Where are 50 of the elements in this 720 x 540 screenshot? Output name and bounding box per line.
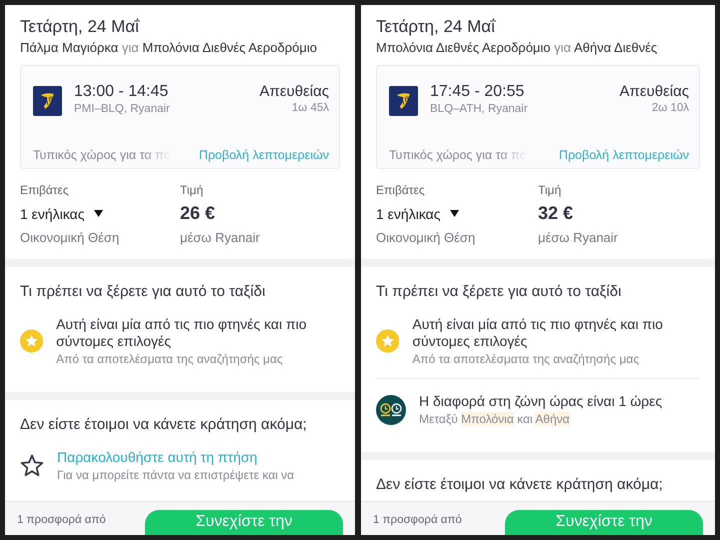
continue-button[interactable]: Συνεχίστε την [505, 510, 703, 535]
flight-times: 17:45 - 20:55 [430, 83, 526, 101]
price-label: Τιμή [538, 183, 562, 197]
stops-label: Απευθείας [259, 83, 329, 100]
price-source: μέσω Ryanair [180, 230, 261, 245]
info-subtitle: Μεταξύ Μπολόνια και Αθήνα [419, 412, 571, 426]
price-value: 32 € [538, 203, 574, 224]
flight-duration: 2ω 10λ [650, 102, 689, 114]
info-title: Αυτή είναι μία από τις πιο φτηνές και πιο σύντομες επιλογές [56, 316, 308, 350]
passenger-select[interactable]: 1 ενήλικας [376, 203, 460, 224]
price-value: 26 € [180, 203, 216, 224]
caret-icon [450, 210, 460, 217]
caret-icon [94, 210, 104, 217]
section-title: Τι πρέπει να ξέρετε για αυτό το ταξίδι [20, 283, 266, 300]
passengers-label: Επιβάτες [20, 183, 70, 197]
continue-button[interactable]: Συνεχίστε την [145, 510, 343, 535]
trip-route: Μπολόνια Διεθνές Αεροδρόμιο για Αθήνα Διεθνές [376, 40, 658, 55]
section-title: Τι πρέπει να ξέρετε για αυτό το ταξίδι [376, 283, 622, 300]
stops-label: Απευθείας [619, 83, 689, 100]
section-title: Δεν είστε έτοιμοι να κάνετε κράτηση ακόμα; [20, 416, 308, 433]
flight-route: PMI–BLQ, Ryanair [74, 103, 171, 115]
clocks-icon [376, 394, 406, 424]
info-title: Η διαφορά στη ζώνη ώρας είναι 1 ώρες [419, 393, 662, 410]
star-outline-icon [20, 454, 44, 477]
passengers-label: Επιβάτες [376, 183, 426, 197]
price-label: Τιμή [180, 183, 204, 197]
flight-route: BLQ–ATH, Ryanair [430, 103, 529, 115]
offer-label: 1 προσφορά από [17, 514, 106, 526]
section-title: Δεν είστε έτοιμοι να κάνετε κράτηση ακόμα; [376, 476, 664, 493]
price-source: μέσω Ryanair [538, 230, 619, 245]
harp-logo-icon [389, 86, 418, 116]
info-title: Αυτή είναι μία από τις πιο φτηνές και πιο σύντομες επιλογές [412, 316, 664, 350]
watch-flight-link[interactable]: Παρακολουθήστε αυτή τη πτήση [57, 449, 294, 466]
baggage-note: Τυπικός χώρος για τα πό [389, 148, 527, 162]
details-link[interactable]: Προβολή λεπτομερειών [198, 148, 329, 162]
trip-date: Τετάρτη, 24 Μαΐ [20, 17, 141, 37]
details-link[interactable]: Προβολή λεπτομερειών [558, 148, 689, 162]
trip-date: Τετάρτη, 24 Μαΐ [376, 17, 497, 37]
flight-duration: 1ω 45λ [290, 102, 329, 114]
flight-times: 13:00 - 14:45 [74, 83, 170, 101]
harp-logo-icon [33, 86, 62, 116]
offer-label: 1 προσφορά από [373, 514, 462, 526]
baggage-note: Τυπικός χώρος για τα πό [33, 148, 171, 162]
info-subtitle: Από τα αποτελέσματα της αναζήτησής μας [412, 352, 640, 366]
cabin-class: Οικονομική Θέση [376, 230, 476, 245]
watch-description: Για να μπορείτε πάντα να επιστρέψετε και να [57, 468, 294, 482]
cabin-class: Οικονομική Θέση [20, 230, 120, 245]
trip-route: Πάλμα Μαγιόρκα για Μπολόνια Διεθνές Αεροδρόμιο [20, 40, 318, 55]
passenger-select[interactable]: 1 ενήλικας [20, 203, 104, 224]
info-subtitle: Από τα αποτελέσματα της αναζήτησής μας [56, 352, 284, 366]
